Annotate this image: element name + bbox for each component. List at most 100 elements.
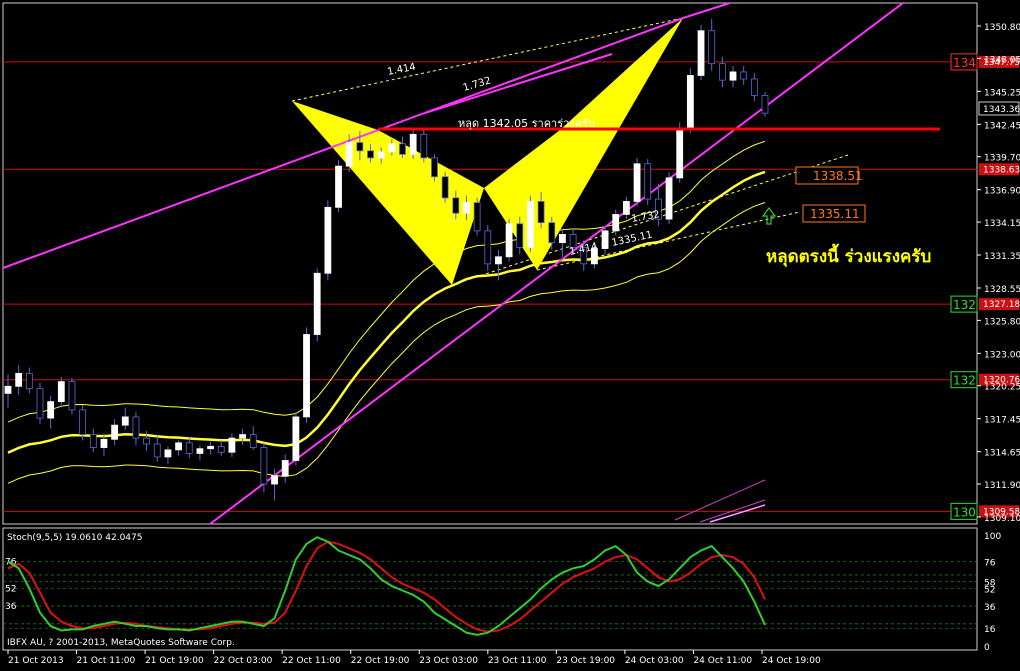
candle-body — [217, 445, 225, 453]
chart-window: 134 1347.75 1338.63 132 1327.18 132 1320.76 130… — [0, 0, 1020, 667]
time-tick-label: 24 Oct 11:00 — [693, 656, 752, 666]
candle-body — [132, 416, 140, 439]
candle-body — [388, 143, 396, 153]
target-value-2: 1335.11 — [810, 207, 860, 221]
time-tick-label: 23 Oct 03:00 — [419, 656, 478, 666]
candle-body — [4, 385, 12, 394]
candle-body — [676, 128, 684, 179]
candle-body — [15, 372, 23, 387]
candle-body — [292, 416, 300, 461]
candle-body — [249, 434, 257, 448]
candle-body — [57, 381, 65, 403]
stoch-axis-label: 52 — [984, 585, 995, 595]
candle-body — [153, 443, 161, 458]
candle-body — [644, 163, 652, 200]
candle-body — [89, 434, 97, 448]
candle-body — [68, 381, 76, 411]
candle-body — [665, 177, 673, 220]
candle-body — [473, 202, 481, 232]
candle-body — [505, 223, 513, 258]
price-tick-label: 1317.45 — [984, 416, 1020, 426]
candle-body — [121, 416, 129, 426]
stoch-axis-label: 76 — [984, 559, 996, 569]
candle-body — [761, 95, 769, 114]
candle-body — [612, 213, 620, 232]
candle-body — [260, 447, 268, 485]
candle-body — [175, 442, 182, 451]
stoch-left-label: 52 — [5, 584, 16, 594]
footer-copyright: IBFX AU, ? 2001-2013, MetaQuotes Softwar… — [7, 638, 235, 648]
price-tick-label: 1345.25 — [984, 88, 1020, 98]
annotation-text: หลุดตรงนี้ ร่วงแรงครับ — [766, 243, 931, 267]
candle-body — [79, 409, 87, 435]
time-tick-label: 23 Oct 11:00 — [488, 656, 547, 666]
candle-body — [399, 143, 406, 155]
time-tick-label: 21 Oct 2013 — [8, 656, 64, 666]
price-tick-label: 1348.05 — [984, 55, 1020, 65]
level-label: 134 — [953, 56, 976, 70]
time-tick-label: 22 Oct 03:00 — [214, 656, 273, 666]
candle-body — [25, 372, 33, 390]
candle-body — [207, 445, 214, 450]
candle-body — [718, 63, 726, 81]
price-tick-label: 1331.35 — [984, 252, 1020, 262]
price-tick-label: 1309.10 — [984, 514, 1020, 524]
candle-body — [335, 165, 342, 208]
stoch-axis-label: 100 — [984, 532, 1001, 542]
candle-body — [537, 201, 545, 224]
candle-body — [559, 234, 566, 244]
price-tick-label: 1311.90 — [984, 481, 1020, 491]
time-tick-label: 24 Oct 19:00 — [762, 656, 821, 666]
candle-body — [185, 442, 193, 454]
candle-body — [111, 424, 119, 440]
candle-body — [36, 388, 44, 419]
time-tick-label: 22 Oct 19:00 — [351, 656, 410, 666]
target-value-1: 1338.51 — [813, 169, 863, 183]
level-label: 130 — [953, 505, 976, 519]
candle-body — [196, 448, 204, 454]
candle-body — [367, 150, 374, 159]
candle-body — [100, 438, 108, 448]
candle-body — [452, 197, 460, 214]
candle-body — [281, 460, 289, 477]
level-price-tag-text: 1338.63 — [983, 165, 1020, 175]
time-tick-label: 21 Oct 19:00 — [145, 656, 204, 666]
price-chart: 134 1347.751338.63132 1327.18132 1320.76130… — [0, 0, 1020, 667]
candle-body — [356, 142, 364, 152]
candle-body — [729, 71, 737, 81]
time-tick-label: 24 Oct 03:00 — [625, 656, 684, 666]
price-tick-label: 1328.55 — [984, 285, 1020, 295]
candle-body — [633, 163, 641, 202]
candle-body — [431, 157, 438, 178]
candle-body — [484, 230, 492, 265]
candle-body — [164, 449, 172, 458]
stoch-axis-label: 16 — [984, 625, 996, 635]
candle-body — [708, 30, 716, 65]
time-tick-label: 23 Oct 19:00 — [556, 656, 615, 666]
candle-body — [548, 222, 556, 244]
price-tick-label: 1339.70 — [984, 154, 1020, 164]
candle-body — [324, 206, 332, 274]
candle-body — [686, 75, 694, 129]
price-tick-label: 1350.80 — [984, 23, 1020, 33]
candle-body — [740, 71, 748, 80]
candle-body — [420, 133, 428, 159]
candle-body — [228, 437, 236, 453]
candle-body — [409, 133, 417, 155]
candle-body — [495, 256, 502, 265]
price-tick-label: 1336.90 — [984, 187, 1020, 197]
candle-body — [516, 223, 524, 248]
stoch-left-label: 36 — [5, 602, 17, 612]
price-tick-label: 1320.25 — [984, 383, 1020, 393]
candle-body — [313, 272, 321, 335]
candle-body — [750, 78, 758, 96]
candle-body — [47, 401, 55, 419]
price-tick-label: 1325.80 — [984, 317, 1020, 327]
candle-body — [345, 142, 353, 167]
candle-body — [463, 202, 470, 214]
price-tick-label: 1334.15 — [984, 219, 1020, 229]
time-tick-label: 21 Oct 11:00 — [77, 656, 136, 666]
stoch-axis-label: 0 — [984, 643, 990, 653]
price-tick-label: 1314.65 — [984, 449, 1020, 459]
support-label: หลุด 1342.05 ราคาร่วงครับ — [458, 117, 595, 130]
